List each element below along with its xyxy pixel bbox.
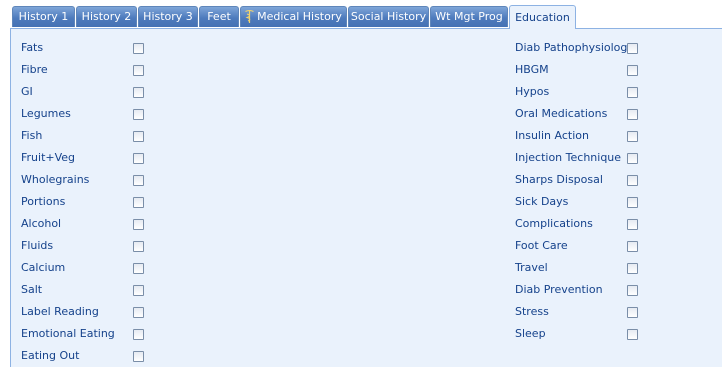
checklist-label: Injection Technique [515,151,622,164]
checklist-label: Alcohol [21,217,62,230]
checklist-row-label-reading: Label Reading [21,301,147,323]
checklist-label: Diab Prevention [515,283,603,296]
checklist-label: Sleep [515,327,546,340]
diab-prevention-checkbox[interactable] [627,285,638,296]
checklist-row-sharps-disposal: Sharps Disposal [515,169,641,191]
checklist-label: Insulin Action [515,129,589,142]
checklist-label: GI [21,85,33,98]
checklist-label: Salt [21,283,43,296]
tab-medical-history[interactable]: Medical History [240,6,347,27]
checklist-label: Hypos [515,85,550,98]
tab-strip: History 1 History 2 History 3 Feet Medic… [0,0,722,29]
fluids-checkbox[interactable] [133,241,144,252]
checklist-row-fluids: Fluids [21,235,147,257]
checklist-row-foot-care: Foot Care [515,235,641,257]
emotional-eating-checkbox[interactable] [133,329,144,340]
wholegrains-checkbox[interactable] [133,175,144,186]
checklist-row-salt: Salt [21,279,147,301]
checklist-row-gi: GI [21,81,147,103]
checklist-label: Calcium [21,261,66,274]
fish-checkbox[interactable] [133,131,144,142]
calcium-checkbox[interactable] [133,263,144,274]
checklist-label: Travel [515,261,548,274]
legumes-checkbox[interactable] [133,109,144,120]
portions-checkbox[interactable] [133,197,144,208]
checklist-label: Fish [21,129,43,142]
checklist-row-diab-pathophysiology: Diab Pathophysiology [515,37,641,59]
checklist-row-wholegrains: Wholegrains [21,169,147,191]
diab-pathophysiology-checkbox[interactable] [627,43,638,54]
checklist-row-hbgm: HBGM [515,59,641,81]
complications-checkbox[interactable] [627,219,638,230]
checklist-row-insulin-action: Insulin Action [515,125,641,147]
checklist-row-fish: Fish [21,125,147,147]
checklist-label: Fruit+Veg [21,151,76,164]
checklist-row-injection-technique: Injection Technique [515,147,641,169]
checklist-label: Complications [515,217,593,230]
injection-technique-checkbox[interactable] [627,153,638,164]
checklist-label: Emotional Eating [21,327,115,340]
checklist-row-oral-medications: Oral Medications [515,103,641,125]
checklist-row-fats: Fats [21,37,147,59]
checklist-label: Sick Days [515,195,569,208]
fats-checkbox[interactable] [133,43,144,54]
checklist-label: Fats [21,41,44,54]
checklist-label: Label Reading [21,305,99,318]
checklist-label: Portions [21,195,66,208]
checklist-row-complications: Complications [515,213,641,235]
checklist-row-alcohol: Alcohol [21,213,147,235]
oral-medications-checkbox[interactable] [627,109,638,120]
checklist-row-fibre: Fibre [21,59,147,81]
foot-care-checkbox[interactable] [627,241,638,252]
checklist-label: Fluids [21,239,54,252]
gi-checkbox[interactable] [133,87,144,98]
checklist-row-eating-out: Eating Out [21,345,147,367]
checklist-row-sleep: Sleep [515,323,641,345]
checklist-row-hypos: Hypos [515,81,641,103]
checklist-row-travel: Travel [515,257,641,279]
tab-social-history[interactable]: Social History [348,6,429,27]
checklist-row-portions: Portions [21,191,147,213]
checklist-row-fruit-veg: Fruit+Veg [21,147,147,169]
alcohol-checkbox[interactable] [133,219,144,230]
tab-education[interactable]: Education [509,5,576,29]
caduceus-icon [245,10,254,23]
label-reading-checkbox[interactable] [133,307,144,318]
checklist-label: Foot Care [515,239,568,252]
sleep-checkbox[interactable] [627,329,638,340]
tab-medical-history-label: Medical History [257,10,342,23]
checklist-label: Oral Medications [515,107,608,120]
checklist-row-sick-days: Sick Days [515,191,641,213]
checklist-label: Diab Pathophysiology [515,41,634,54]
tab-history-1[interactable]: History 1 [12,6,75,27]
checklist-row-diab-prevention: Diab Prevention [515,279,641,301]
tab-wt-mgt-prog[interactable]: Wt Mgt Prog [430,6,508,27]
checklist-label: Eating Out [21,349,80,362]
eating-out-checkbox[interactable] [133,351,144,362]
education-panel: Fats Fibre GI Legumes Fish Fruit+Veg Wholegrai… [10,28,722,367]
fruit-veg-checkbox[interactable] [133,153,144,164]
checklist-label: Stress [515,305,549,318]
checklist-label: Wholegrains [21,173,90,186]
fibre-checkbox[interactable] [133,65,144,76]
checklist-label: Sharps Disposal [515,173,603,186]
checklist-label: HBGM [515,63,549,76]
tab-history-2[interactable]: History 2 [76,6,137,27]
checklist-row-stress: Stress [515,301,641,323]
hbgm-checkbox[interactable] [627,65,638,76]
checklist-row-legumes: Legumes [21,103,147,125]
stress-checkbox[interactable] [627,307,638,318]
checklist-row-calcium: Calcium [21,257,147,279]
sharps-disposal-checkbox[interactable] [627,175,638,186]
checklist-row-emotional-eating: Emotional Eating [21,323,147,345]
insulin-action-checkbox[interactable] [627,131,638,142]
checklist-label: Legumes [21,107,71,120]
salt-checkbox[interactable] [133,285,144,296]
travel-checkbox[interactable] [627,263,638,274]
sick-days-checkbox[interactable] [627,197,638,208]
tab-history-3[interactable]: History 3 [138,6,198,27]
checklist-label: Fibre [21,63,48,76]
tab-feet[interactable]: Feet [199,6,239,27]
hypos-checkbox[interactable] [627,87,638,98]
